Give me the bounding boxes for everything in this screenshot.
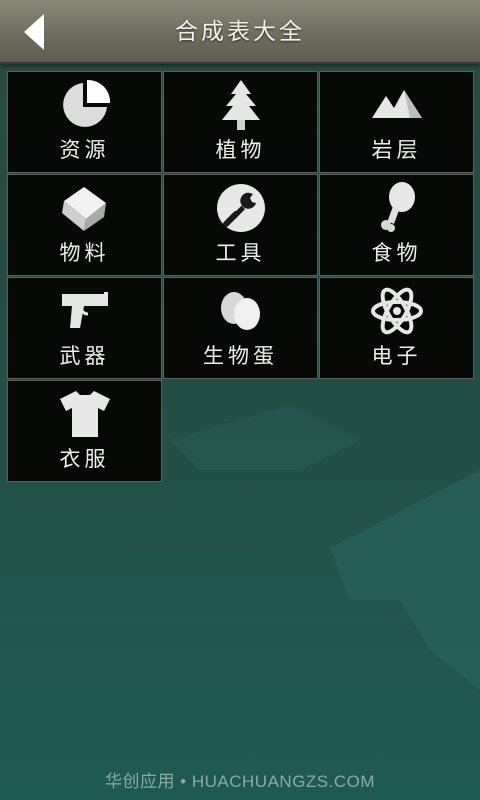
category-label: 岩层 (371, 138, 422, 162)
tshirt-icon (59, 391, 110, 437)
category-label: 工具 (215, 241, 266, 265)
category-label: 食物 (371, 241, 422, 265)
category-tools[interactable]: 工具 (163, 174, 318, 276)
category-weapons[interactable]: 武器 (7, 277, 162, 379)
category-spawn-eggs[interactable]: 生物蛋 (163, 277, 318, 379)
category-materials[interactable]: 物料 (7, 174, 162, 276)
category-label: 电子 (371, 344, 422, 368)
category-food[interactable]: 食物 (319, 174, 474, 276)
pistol-icon (61, 292, 108, 328)
category-label: 武器 (59, 344, 110, 368)
category-label: 生物蛋 (203, 344, 278, 368)
block-icon (61, 187, 106, 231)
category-plants[interactable]: 植物 (163, 71, 318, 173)
category-resources[interactable]: 资源 (7, 71, 162, 173)
title-bar: 合成表大全 (0, 0, 480, 64)
category-label: 植物 (215, 138, 266, 162)
category-grid: 资源 植物 岩层 物料 工具 食物 武器 生物蛋 电子 衣服 (7, 71, 474, 483)
tree-icon (221, 80, 260, 130)
page-title: 合成表大全 (175, 19, 305, 45)
atom-icon (370, 287, 423, 335)
category-label: 资源 (59, 138, 110, 162)
category-label: 衣服 (59, 447, 110, 471)
wrench-icon (216, 184, 265, 232)
eggs-icon (220, 292, 260, 330)
category-electronics[interactable]: 电子 (319, 277, 474, 379)
category-clothing[interactable]: 衣服 (7, 380, 162, 482)
category-label: 物料 (59, 241, 110, 265)
drumstick-icon (380, 182, 415, 232)
mountains-icon (371, 90, 422, 118)
watermark-text: 华创应用 • HUACHUANGZS.COM (104, 772, 376, 791)
pie-chart-icon (62, 79, 110, 127)
category-rock-layers[interactable]: 岩层 (319, 71, 474, 173)
